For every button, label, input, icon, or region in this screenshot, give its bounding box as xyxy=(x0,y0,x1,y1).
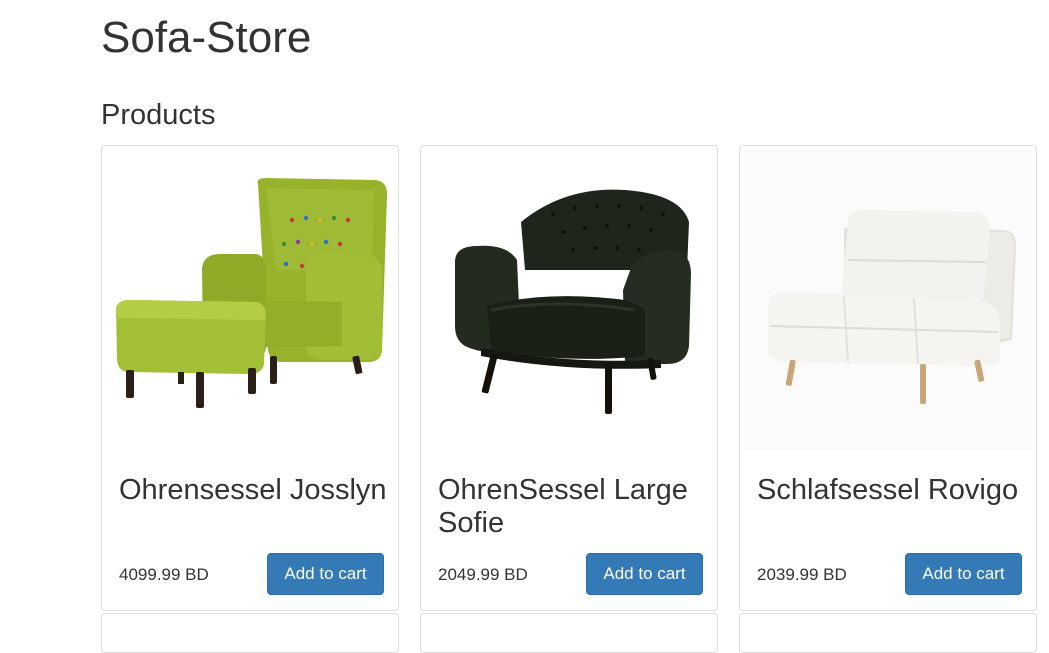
product-card: OhrenSessel Large Sofie 2049.99 BD Add t… xyxy=(420,145,718,611)
product-image-dark-armchair[interactable] xyxy=(425,150,713,450)
product-price: 2039.99 BD xyxy=(757,565,847,584)
product-price: 4099.99 BD xyxy=(119,565,209,584)
product-card-next-row xyxy=(420,613,718,653)
product-card: Ohrensessel Josslyn 4099.99 BD Add to ca… xyxy=(101,145,399,611)
product-price: 2049.99 BD xyxy=(438,565,528,584)
add-to-cart-button[interactable]: Add to cart xyxy=(267,553,384,595)
product-card-next-row xyxy=(739,613,1037,653)
product-name: OhrenSessel Large Sofie xyxy=(438,474,688,539)
product-name: Ohrensessel Josslyn xyxy=(119,474,387,506)
store-title: Sofa-Store xyxy=(101,13,312,62)
add-to-cart-button[interactable]: Add to cart xyxy=(905,553,1022,595)
product-image-armchair-ottoman[interactable] xyxy=(106,150,394,450)
product-name: Schlafsessel Rovigo xyxy=(757,474,1019,506)
product-image-white-sleeper-chair[interactable] xyxy=(744,150,1032,450)
product-card: Schlafsessel Rovigo 2039.99 BD Add to ca… xyxy=(739,145,1037,611)
products-heading: Products xyxy=(101,99,216,131)
product-card-next-row xyxy=(101,613,399,653)
add-to-cart-button[interactable]: Add to cart xyxy=(586,553,703,595)
